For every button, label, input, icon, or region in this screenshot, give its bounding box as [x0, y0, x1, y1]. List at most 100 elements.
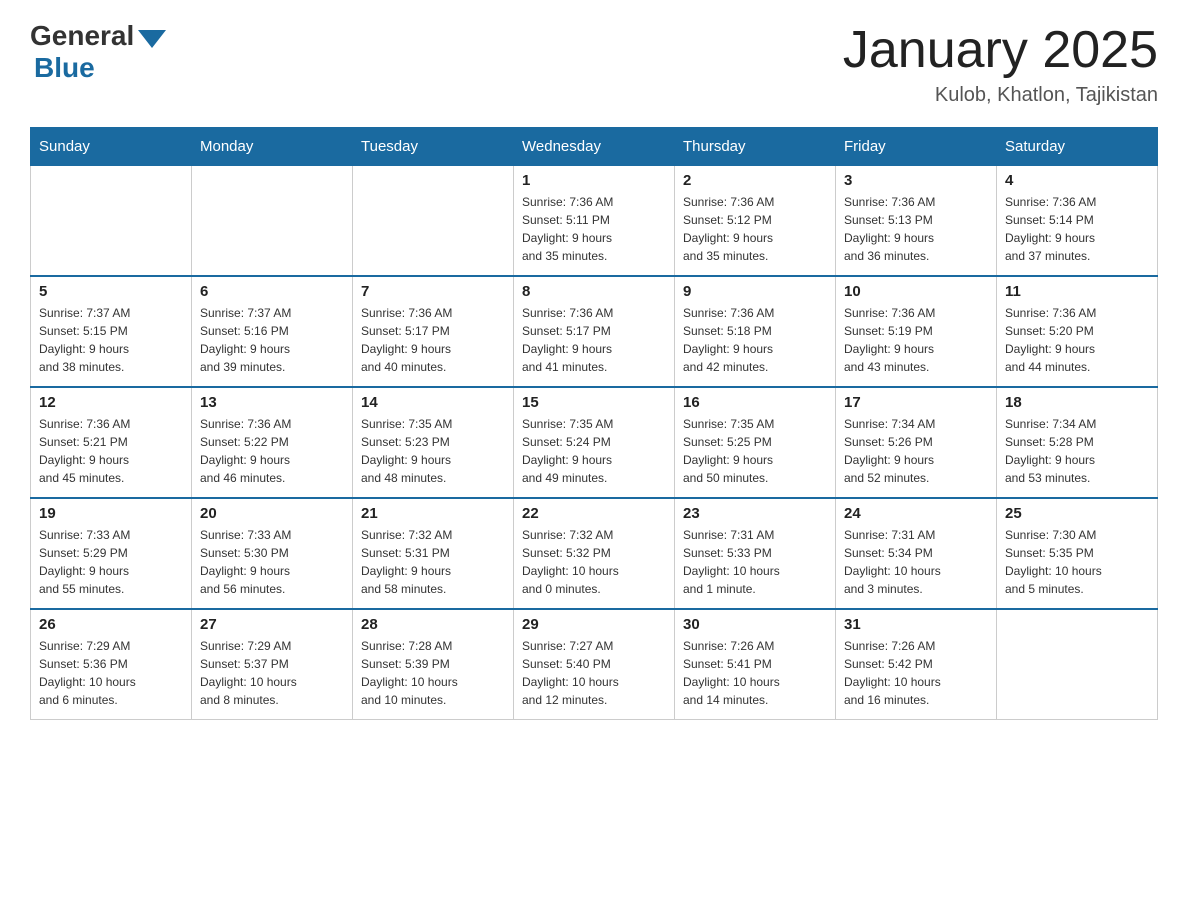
- day-info: Sunrise: 7:36 AM Sunset: 5:20 PM Dayligh…: [1005, 304, 1149, 376]
- page-header: General Blue January 2025 Kulob, Khatlon…: [30, 20, 1158, 107]
- week-row-2: 5Sunrise: 7:37 AM Sunset: 5:15 PM Daylig…: [31, 276, 1158, 387]
- day-number: 9: [683, 283, 827, 300]
- calendar-table: SundayMondayTuesdayWednesdayThursdayFrid…: [30, 127, 1158, 720]
- calendar-cell: 29Sunrise: 7:27 AM Sunset: 5:40 PM Dayli…: [514, 609, 675, 720]
- day-info: Sunrise: 7:36 AM Sunset: 5:18 PM Dayligh…: [683, 304, 827, 376]
- calendar-cell: [997, 609, 1158, 720]
- day-info: Sunrise: 7:36 AM Sunset: 5:17 PM Dayligh…: [522, 304, 666, 376]
- day-info: Sunrise: 7:36 AM Sunset: 5:13 PM Dayligh…: [844, 193, 988, 265]
- calendar-cell: 20Sunrise: 7:33 AM Sunset: 5:30 PM Dayli…: [192, 498, 353, 609]
- calendar-cell: 2 Sunrise: 7:36 AM Sunset: 5:12 PM Daylig…: [675, 166, 836, 277]
- day-number: 1: [522, 172, 666, 189]
- calendar-subtitle: Kulob, Khatlon, Tajikistan: [843, 84, 1158, 107]
- calendar-cell: 17 Sunrise: 7:34 AM Sunset: 5:26 PM Dayli…: [836, 387, 997, 498]
- day-number: 26: [39, 616, 183, 633]
- calendar-cell: 30Sunrise: 7:26 AM Sunset: 5:41 PM Dayli…: [675, 609, 836, 720]
- day-info: Sunrise: 7:34 AM Sunset: 5:28 PM Dayligh…: [1005, 415, 1149, 487]
- calendar-cell: 1Sunrise: 7:36 AM Sunset: 5:11 PM Daylig…: [514, 166, 675, 277]
- calendar-cell: 5Sunrise: 7:37 AM Sunset: 5:15 PM Daylig…: [31, 276, 192, 387]
- header-row: SundayMondayTuesdayWednesdayThursdayFrid…: [31, 128, 1158, 166]
- day-info: Sunrise: 7:28 AM Sunset: 5:39 PM Dayligh…: [361, 637, 505, 709]
- day-number: 10: [844, 283, 988, 300]
- week-row-5: 26 Sunrise: 7:29 AM Sunset: 5:36 PM Dayli…: [31, 609, 1158, 720]
- week-row-3: 12 Sunrise: 7:36 AM Sunset: 5:21 PM Dayli…: [31, 387, 1158, 498]
- col-header-sunday: Sunday: [31, 128, 192, 166]
- day-info: Sunrise: 7:37 AM Sunset: 5:16 PM Dayligh…: [200, 304, 344, 376]
- col-header-thursday: Thursday: [675, 128, 836, 166]
- day-number: 31: [844, 616, 988, 633]
- calendar-cell: 25 Sunrise: 7:30 AM Sunset: 5:35 PM Dayli…: [997, 498, 1158, 609]
- calendar-cell: 3 Sunrise: 7:36 AM Sunset: 5:13 PM Daylig…: [836, 166, 997, 277]
- col-header-tuesday: Tuesday: [353, 128, 514, 166]
- day-info: Sunrise: 7:34 AM Sunset: 5:26 PM Dayligh…: [844, 415, 988, 487]
- day-number: 14: [361, 394, 505, 411]
- logo-blue-text: Blue: [34, 52, 95, 84]
- day-info: Sunrise: 7:36 AM Sunset: 5:22 PM Dayligh…: [200, 415, 344, 487]
- day-number: 28: [361, 616, 505, 633]
- calendar-cell: 7Sunrise: 7:36 AM Sunset: 5:17 PM Daylig…: [353, 276, 514, 387]
- calendar-cell: 15Sunrise: 7:35 AM Sunset: 5:24 PM Dayli…: [514, 387, 675, 498]
- day-info: Sunrise: 7:26 AM Sunset: 5:42 PM Dayligh…: [844, 637, 988, 709]
- calendar-cell: 24Sunrise: 7:31 AM Sunset: 5:34 PM Dayli…: [836, 498, 997, 609]
- day-number: 2: [683, 172, 827, 189]
- day-info: Sunrise: 7:30 AM Sunset: 5:35 PM Dayligh…: [1005, 526, 1149, 598]
- day-info: Sunrise: 7:37 AM Sunset: 5:15 PM Dayligh…: [39, 304, 183, 376]
- calendar-cell: 21 Sunrise: 7:32 AM Sunset: 5:31 PM Dayli…: [353, 498, 514, 609]
- calendar-cell: 9 Sunrise: 7:36 AM Sunset: 5:18 PM Daylig…: [675, 276, 836, 387]
- calendar-cell: 14 Sunrise: 7:35 AM Sunset: 5:23 PM Dayli…: [353, 387, 514, 498]
- day-number: 24: [844, 505, 988, 522]
- calendar-cell: 23 Sunrise: 7:31 AM Sunset: 5:33 PM Dayli…: [675, 498, 836, 609]
- week-row-1: 1Sunrise: 7:36 AM Sunset: 5:11 PM Daylig…: [31, 166, 1158, 277]
- day-number: 16: [683, 394, 827, 411]
- calendar-cell: 26 Sunrise: 7:29 AM Sunset: 5:36 PM Dayli…: [31, 609, 192, 720]
- day-info: Sunrise: 7:33 AM Sunset: 5:30 PM Dayligh…: [200, 526, 344, 598]
- calendar-cell: 18 Sunrise: 7:34 AM Sunset: 5:28 PM Dayli…: [997, 387, 1158, 498]
- day-info: Sunrise: 7:36 AM Sunset: 5:12 PM Dayligh…: [683, 193, 827, 265]
- calendar-cell: 31 Sunrise: 7:26 AM Sunset: 5:42 PM Dayli…: [836, 609, 997, 720]
- day-info: Sunrise: 7:35 AM Sunset: 5:23 PM Dayligh…: [361, 415, 505, 487]
- calendar-cell: 16 Sunrise: 7:35 AM Sunset: 5:25 PM Dayli…: [675, 387, 836, 498]
- calendar-cell: 11 Sunrise: 7:36 AM Sunset: 5:20 PM Dayli…: [997, 276, 1158, 387]
- day-number: 19: [39, 505, 183, 522]
- day-number: 4: [1005, 172, 1149, 189]
- calendar-cell: 12 Sunrise: 7:36 AM Sunset: 5:21 PM Dayli…: [31, 387, 192, 498]
- calendar-cell: 8 Sunrise: 7:36 AM Sunset: 5:17 PM Daylig…: [514, 276, 675, 387]
- day-info: Sunrise: 7:31 AM Sunset: 5:33 PM Dayligh…: [683, 526, 827, 598]
- day-number: 15: [522, 394, 666, 411]
- day-number: 17: [844, 394, 988, 411]
- day-info: Sunrise: 7:32 AM Sunset: 5:31 PM Dayligh…: [361, 526, 505, 598]
- day-info: Sunrise: 7:29 AM Sunset: 5:37 PM Dayligh…: [200, 637, 344, 709]
- day-info: Sunrise: 7:36 AM Sunset: 5:14 PM Dayligh…: [1005, 193, 1149, 265]
- day-info: Sunrise: 7:35 AM Sunset: 5:25 PM Dayligh…: [683, 415, 827, 487]
- calendar-cell: 28 Sunrise: 7:28 AM Sunset: 5:39 PM Dayli…: [353, 609, 514, 720]
- day-number: 13: [200, 394, 344, 411]
- calendar-cell: [192, 166, 353, 277]
- calendar-cell: 4 Sunrise: 7:36 AM Sunset: 5:14 PM Daylig…: [997, 166, 1158, 277]
- day-number: 3: [844, 172, 988, 189]
- day-number: 29: [522, 616, 666, 633]
- day-number: 25: [1005, 505, 1149, 522]
- col-header-monday: Monday: [192, 128, 353, 166]
- col-header-saturday: Saturday: [997, 128, 1158, 166]
- day-info: Sunrise: 7:36 AM Sunset: 5:19 PM Dayligh…: [844, 304, 988, 376]
- calendar-cell: 19Sunrise: 7:33 AM Sunset: 5:29 PM Dayli…: [31, 498, 192, 609]
- day-number: 8: [522, 283, 666, 300]
- calendar-cell: 22Sunrise: 7:32 AM Sunset: 5:32 PM Dayli…: [514, 498, 675, 609]
- logo: General Blue: [30, 20, 166, 84]
- day-number: 23: [683, 505, 827, 522]
- calendar-cell: 27Sunrise: 7:29 AM Sunset: 5:37 PM Dayli…: [192, 609, 353, 720]
- calendar-cell: 10 Sunrise: 7:36 AM Sunset: 5:19 PM Dayli…: [836, 276, 997, 387]
- day-number: 6: [200, 283, 344, 300]
- title-section: January 2025 Kulob, Khatlon, Tajikistan: [843, 20, 1158, 107]
- day-number: 22: [522, 505, 666, 522]
- day-info: Sunrise: 7:29 AM Sunset: 5:36 PM Dayligh…: [39, 637, 183, 709]
- day-info: Sunrise: 7:36 AM Sunset: 5:21 PM Dayligh…: [39, 415, 183, 487]
- day-number: 21: [361, 505, 505, 522]
- day-number: 11: [1005, 283, 1149, 300]
- calendar-cell: 6 Sunrise: 7:37 AM Sunset: 5:16 PM Daylig…: [192, 276, 353, 387]
- col-header-friday: Friday: [836, 128, 997, 166]
- day-info: Sunrise: 7:26 AM Sunset: 5:41 PM Dayligh…: [683, 637, 827, 709]
- day-number: 12: [39, 394, 183, 411]
- logo-general-text: General: [30, 20, 134, 52]
- day-number: 18: [1005, 394, 1149, 411]
